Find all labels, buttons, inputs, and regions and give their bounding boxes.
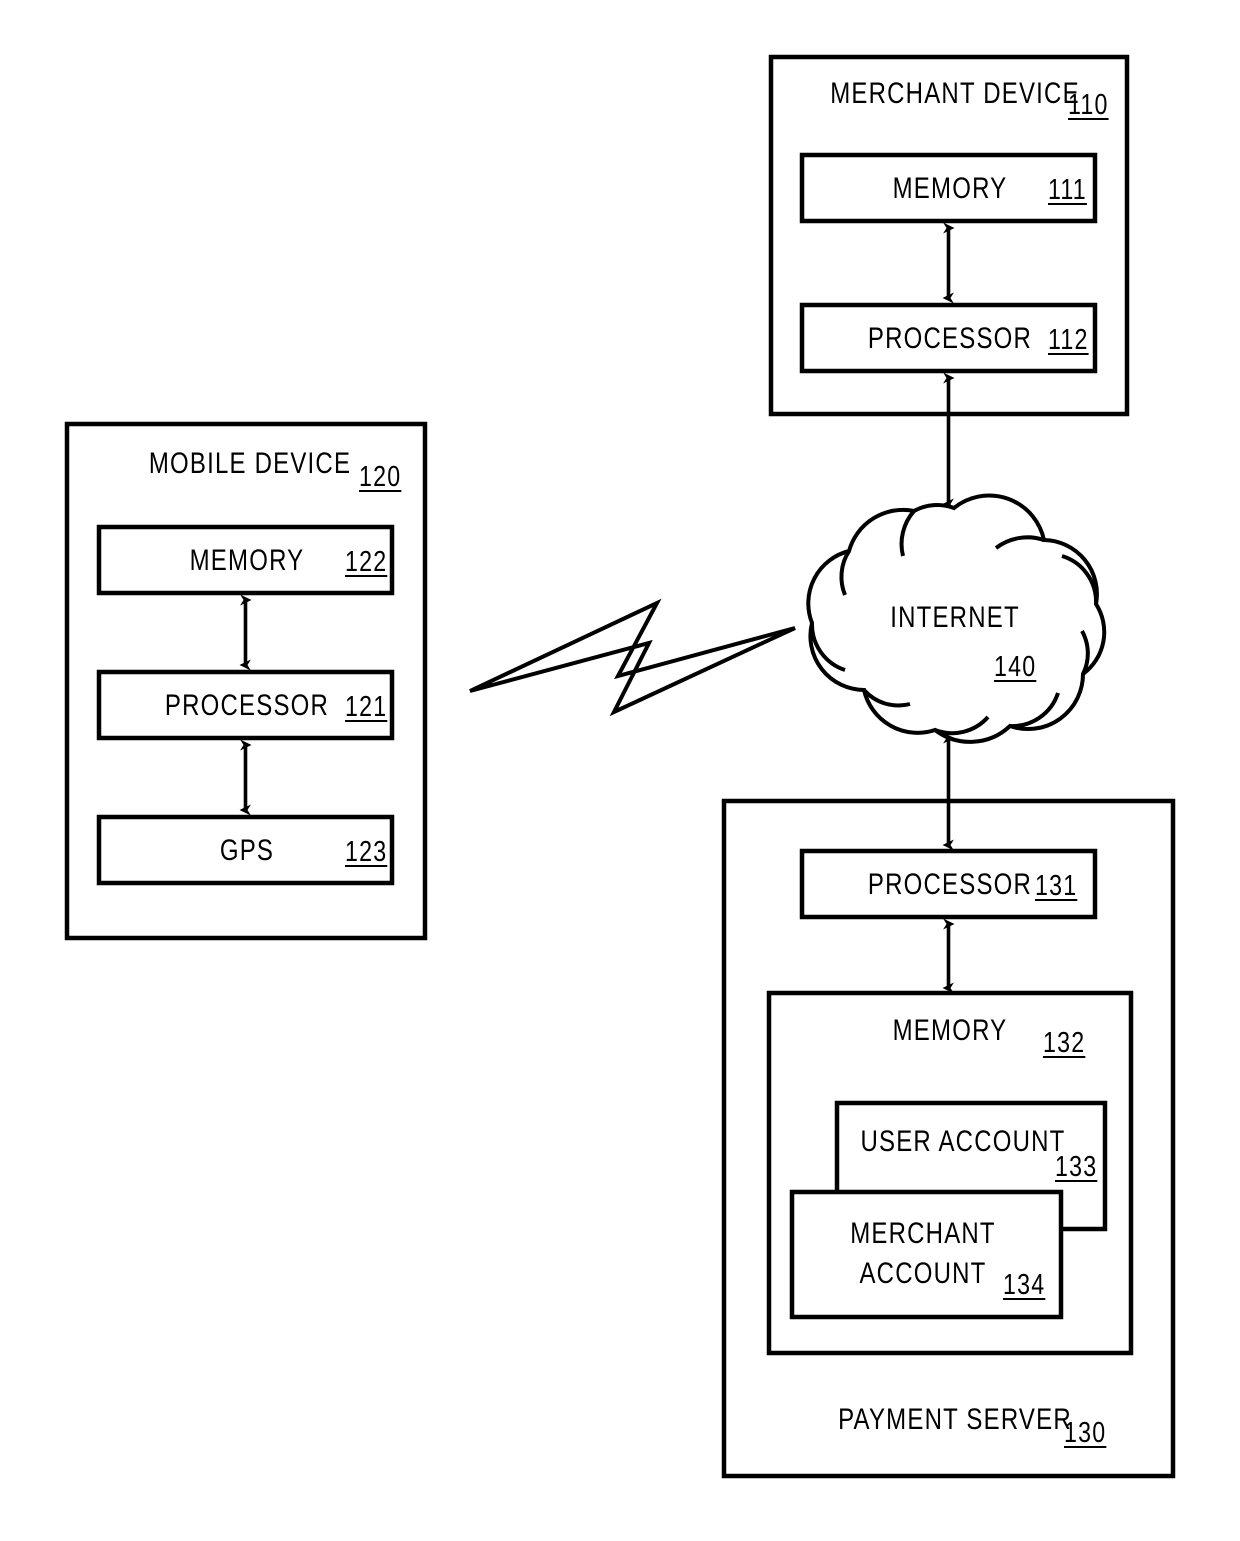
merchant-account-label-line1: MERCHANT: [850, 1217, 996, 1250]
mobile-gps-ref: 123: [345, 836, 388, 868]
server-processor-ref: 131: [1035, 870, 1078, 902]
mobile-processor-ref: 121: [345, 691, 388, 723]
wireless-link-lightning-bolt: [469, 598, 796, 717]
merchant-device-title: MERCHANT DEVICE: [830, 77, 1080, 110]
merchant-memory-ref: 111: [1048, 174, 1087, 206]
user-account-label: USER ACCOUNT: [860, 1125, 1066, 1158]
patent-figure-canvas: MERCHANT DEVICE 110 MEMORY 111 PROCESSOR…: [0, 0, 1240, 1541]
merchant-account-label-line2: ACCOUNT: [859, 1257, 987, 1290]
internet-ref: 140: [994, 651, 1037, 683]
payment-server-ref: 130: [1064, 1417, 1107, 1449]
server-memory-label: MEMORY: [892, 1014, 1008, 1047]
server-processor-label: PROCESSOR: [867, 868, 1033, 901]
mobile-device-ref: 120: [359, 461, 402, 493]
server-memory-ref: 132: [1043, 1027, 1086, 1059]
mobile-memory-ref: 122: [345, 546, 388, 578]
merchant-processor-label: PROCESSOR: [867, 322, 1033, 355]
merchant-memory-label: MEMORY: [892, 172, 1008, 205]
mobile-memory-label: MEMORY: [189, 544, 305, 577]
diagram-vector-layer: [64, 54, 1176, 1479]
mobile-processor-label: PROCESSOR: [164, 689, 330, 722]
user-account-ref: 133: [1055, 1151, 1098, 1183]
merchant-account-ref: 134: [1003, 1269, 1046, 1301]
mobile-gps-label: GPS: [219, 834, 275, 867]
merchant-processor-ref: 112: [1048, 324, 1089, 356]
merchant-device-ref: 110: [1068, 89, 1109, 121]
internet-label: INTERNET: [890, 601, 1020, 634]
mobile-device-title: MOBILE DEVICE: [148, 447, 352, 480]
payment-server-title: PAYMENT SERVER: [838, 1403, 1072, 1436]
